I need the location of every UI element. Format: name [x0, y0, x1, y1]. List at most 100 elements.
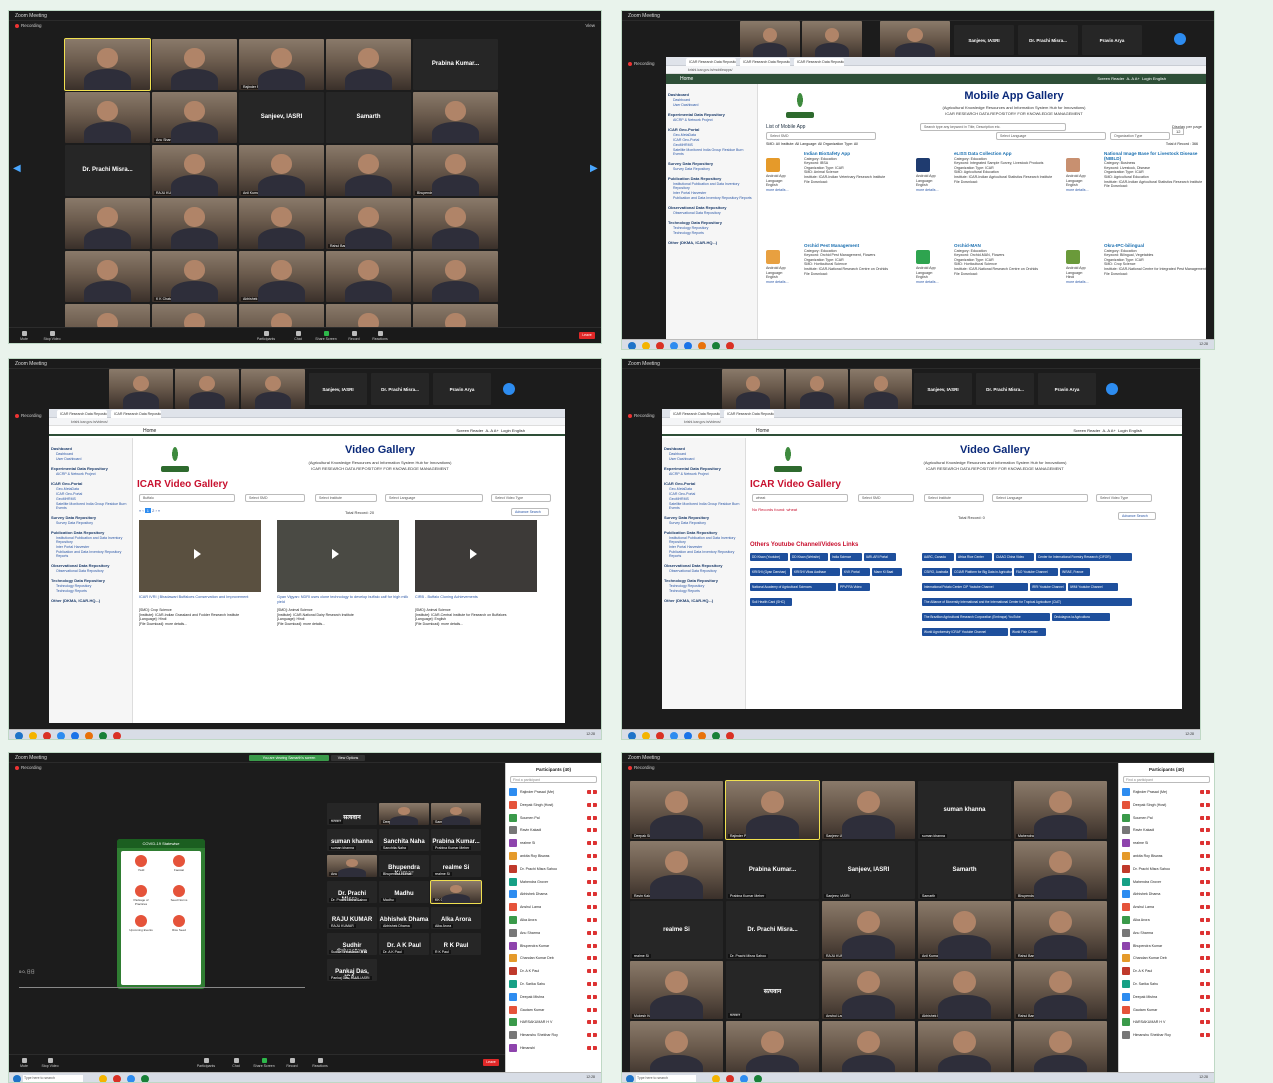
sidebar-heading[interactable]: Publication Data Repository [664, 530, 743, 535]
sidebar-heading[interactable]: Technology Data Repository [668, 220, 755, 225]
participants-button[interactable]: Participants [255, 331, 277, 341]
chat-button[interactable]: Chat [287, 331, 309, 341]
share-screen-button[interactable]: Share Screen [315, 331, 337, 341]
taskbar-search[interactable]: Type here to search [636, 1075, 696, 1082]
participant-row[interactable]: Deepak Singh (Host) [1119, 799, 1214, 812]
participant-row[interactable]: Anu Sharma [506, 927, 601, 940]
sidebar-heading[interactable]: Other (DKMA, ICAR-HQ...) [664, 598, 743, 603]
muted-mic-icon[interactable] [1200, 879, 1210, 884]
stop-video-button[interactable]: Stop Video [41, 331, 63, 341]
sidebar-item[interactable]: AICRP & Network Project [51, 472, 130, 476]
video-thumbnail[interactable] [415, 520, 537, 592]
channel-link[interactable]: World Agroforestry ICRAF Youtube Channel [922, 628, 1008, 636]
muted-mic-icon[interactable] [587, 841, 597, 846]
sidebar-heading[interactable]: Dashboard [664, 446, 743, 451]
muted-mic-icon[interactable] [1200, 1020, 1210, 1025]
muted-mic-icon[interactable] [1200, 802, 1210, 807]
channel-link[interactable]: CSIRO, Australia [922, 568, 950, 576]
sidebar-heading[interactable]: Other (DKMA, ICAR-HQ...) [668, 240, 755, 245]
advance-search-button[interactable]: Advance Search [1118, 512, 1156, 520]
participant-row[interactable]: realme Si [1119, 837, 1214, 850]
home-link[interactable]: Home [143, 428, 156, 434]
channel-link[interactable]: National Academy of Agricultural Science… [750, 583, 836, 591]
sidebar-heading[interactable]: Dashboard [668, 92, 755, 97]
channel-link[interactable]: IWMI Youtube Channel [1068, 583, 1118, 591]
muted-mic-icon[interactable] [1200, 841, 1210, 846]
next-strip-icon[interactable] [503, 383, 515, 395]
sidebar-heading[interactable]: Survey Data Repository [664, 515, 743, 520]
sidebar-item[interactable]: Technology Repository [668, 226, 755, 230]
select-smd[interactable]: Select SMD [245, 494, 305, 502]
participant-row[interactable]: Bhupendra Kumar [1119, 940, 1214, 953]
participant-row[interactable]: ankita Roy Biswas [1119, 850, 1214, 863]
app-icon[interactable] [916, 158, 930, 172]
muted-mic-icon[interactable] [587, 943, 597, 948]
channel-link[interactable]: INRAE, France [1060, 568, 1090, 576]
sidebar-heading[interactable]: Experimental Data Repository [668, 112, 755, 117]
sidebar-item[interactable]: Institutional Publication and Data Inven… [664, 536, 743, 544]
share-screen-button[interactable]: Share Screen [253, 1058, 275, 1068]
address-bar[interactable]: krishi.icar.gov.in/videos/ [662, 418, 1182, 426]
sidebar-item[interactable]: Technology Reports [664, 589, 743, 593]
channel-link[interactable]: AARC, Canada [922, 553, 954, 561]
address-bar[interactable]: krishi.icar.gov.in/videos/ [49, 418, 565, 426]
home-link[interactable]: Home [756, 428, 769, 434]
advance-search-button[interactable]: Advance Search [511, 508, 549, 516]
sidebar-item[interactable]: User Dashboard [664, 457, 743, 461]
select-smd[interactable]: Select SMD [766, 132, 876, 140]
sidebar-heading[interactable]: Survey Data Repository [51, 515, 130, 520]
participant-row[interactable]: Himanshu Shekhar Roy [506, 1029, 601, 1042]
channel-link[interactable]: Mann Ki Baat [872, 568, 902, 576]
sidebar-heading[interactable]: Observational Data Repository [51, 563, 130, 568]
sidebar-item[interactable]: Geo-MetaData [51, 487, 130, 491]
home-link[interactable]: Home [680, 76, 693, 82]
muted-mic-icon[interactable] [1200, 790, 1210, 794]
reactions-button[interactable]: Reactions [309, 1058, 331, 1068]
channel-link[interactable]: India Science [830, 553, 862, 561]
video-thumbnail[interactable] [277, 520, 399, 592]
participant-row[interactable]: Ravin Kakadi [1119, 824, 1214, 837]
record-button[interactable]: Record [343, 331, 365, 341]
app-tile[interactable]: Yield [129, 855, 153, 872]
sidebar-item[interactable]: Observational Data Repository [664, 569, 743, 573]
participants-button[interactable]: Participants [195, 1058, 217, 1068]
sidebar-heading[interactable]: ICAR Geo-Portal [51, 481, 130, 486]
sidebar-item[interactable]: Technology Reports [668, 231, 755, 235]
channel-link[interactable]: Soil Health Card (SHC) [750, 598, 792, 606]
muted-mic-icon[interactable] [1200, 815, 1210, 820]
participant-row[interactable]: Alka Arora [1119, 914, 1214, 927]
select-institute[interactable]: Select Institute [315, 494, 377, 502]
participant-row[interactable]: Dr. Prachi Misra Sahoo [1119, 863, 1214, 876]
sidebar-item[interactable]: Inter Portal Harvester [51, 545, 130, 549]
muted-mic-icon[interactable] [1200, 905, 1210, 910]
sidebar-heading[interactable]: Technology Data Repository [51, 578, 130, 583]
muted-mic-icon[interactable] [587, 930, 597, 935]
sidebar-heading[interactable]: ICAR Geo-Portal [664, 481, 743, 486]
chat-button[interactable]: Chat [225, 1058, 247, 1068]
leave-button[interactable]: Leave [579, 332, 595, 339]
muted-mic-icon[interactable] [1200, 1033, 1210, 1038]
sidebar-item[interactable]: GeoMHRMS [51, 497, 130, 501]
participant-row[interactable]: Deepak Singh (Host) [506, 799, 601, 812]
more-details-link[interactable]: more details... [916, 188, 950, 193]
video-search-input[interactable]: wheat [752, 494, 848, 502]
channel-link[interactable]: IRRI Youtube Channel [1030, 583, 1066, 591]
participant-row[interactable]: Anu Sharma [1119, 927, 1214, 940]
find-participant-input[interactable]: Find a participant [1123, 776, 1210, 783]
muted-mic-icon[interactable] [587, 1045, 597, 1050]
muted-mic-icon[interactable] [587, 892, 597, 897]
participant-row[interactable]: Mahendra Grover [1119, 876, 1214, 889]
muted-mic-icon[interactable] [1200, 969, 1210, 974]
muted-mic-icon[interactable] [587, 981, 597, 986]
app-icon[interactable] [766, 250, 780, 264]
app-tile[interactable]: Rice Seed [167, 915, 191, 932]
channel-link[interactable]: CIAAG China Video [994, 553, 1034, 561]
channel-link[interactable]: KRISHI (Gyan Darshan) [750, 568, 790, 576]
muted-mic-icon[interactable] [1200, 917, 1210, 922]
participant-row[interactable]: HARSAKUMAR H V [1119, 1016, 1214, 1029]
sidebar-item[interactable]: ICAR Geo-Portal [664, 492, 743, 496]
select-language[interactable]: Select Language [992, 494, 1088, 502]
select-video-type[interactable]: Select Video Type [491, 494, 551, 502]
sidebar-item[interactable]: Publication and Data Inventory Repositor… [51, 550, 130, 558]
sidebar-item[interactable]: Publication and Data Inventory Repositor… [664, 550, 743, 558]
